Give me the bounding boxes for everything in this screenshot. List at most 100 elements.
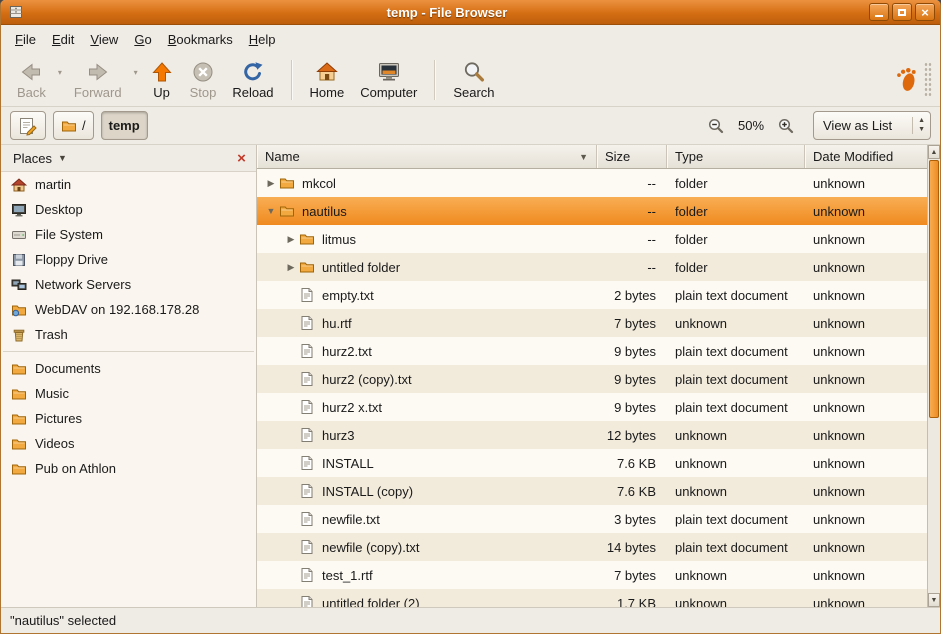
sort-descending-icon: ▼ xyxy=(579,152,588,162)
menu-edit[interactable]: Edit xyxy=(44,28,82,51)
toolbar-forward-dropdown[interactable]: ▾ xyxy=(130,68,142,91)
table-row[interactable]: newfile (copy).txt14 bytesplain text doc… xyxy=(257,533,927,561)
table-row[interactable]: hurz2 (copy).txt9 bytesplain text docume… xyxy=(257,365,927,393)
table-row[interactable]: hurz2.txt9 bytesplain text documentunkno… xyxy=(257,337,927,365)
sidebar-item-martin[interactable]: martin xyxy=(1,172,256,197)
table-row[interactable]: untitled folder (2)1.7 KBunknownunknown xyxy=(257,589,927,607)
sidebar-item-label: Music xyxy=(35,386,69,401)
toolbar-reload-button[interactable]: Reload xyxy=(224,57,281,102)
expander-collapsed-icon[interactable]: ▶ xyxy=(283,262,299,273)
file-type-cell: unknown xyxy=(667,596,805,608)
sidebar-item-label: Trash xyxy=(35,327,68,342)
menu-go[interactable]: Go xyxy=(126,28,159,51)
zoom-out-button[interactable] xyxy=(704,117,728,135)
menu-help[interactable]: Help xyxy=(241,28,284,51)
file-type-cell: folder xyxy=(667,260,805,275)
sidebar-item-floppy-drive[interactable]: Floppy Drive xyxy=(1,247,256,272)
file-name-cell: ▼nautilus xyxy=(257,203,597,219)
table-row[interactable]: empty.txt2 bytesplain text documentunkno… xyxy=(257,281,927,309)
sidebar-item-music[interactable]: Music xyxy=(1,381,256,406)
close-icon: × xyxy=(921,6,929,19)
sidebar-item-file-system[interactable]: File System xyxy=(1,222,256,247)
sidebar-item-label: Network Servers xyxy=(35,277,131,292)
toolbar-back-dropdown[interactable]: ▾ xyxy=(54,68,66,91)
file-size-cell: -- xyxy=(597,232,667,247)
file-icon xyxy=(299,567,315,583)
scrollbar-thumb[interactable] xyxy=(929,160,939,418)
sidebar-item-network-servers[interactable]: Network Servers xyxy=(1,272,256,297)
sidebar-item-trash[interactable]: Trash xyxy=(1,322,256,347)
table-row[interactable]: hu.rtf7 bytesunknownunknown xyxy=(257,309,927,337)
list-header: Name ▼ Size Type Date Modified xyxy=(257,145,927,169)
folder-icon xyxy=(11,361,27,377)
table-row[interactable]: INSTALL7.6 KBunknownunknown xyxy=(257,449,927,477)
toolbar-home-button[interactable]: Home xyxy=(302,57,353,102)
toolbar-up-button[interactable]: Up xyxy=(142,57,182,102)
table-row[interactable]: test_1.rtf7 bytesunknownunknown xyxy=(257,561,927,589)
table-row[interactable]: ▶mkcol--folderunknown xyxy=(257,169,927,197)
minimize-button[interactable] xyxy=(869,3,889,21)
scroll-up-button[interactable]: ▲ xyxy=(928,145,940,159)
sidebar-item-videos[interactable]: Videos xyxy=(1,431,256,456)
toolbar-search-button[interactable]: Search xyxy=(445,57,502,102)
search-icon xyxy=(462,60,486,84)
column-header-name[interactable]: Name ▼ xyxy=(257,145,597,168)
file-type-cell: unknown xyxy=(667,428,805,443)
close-button[interactable]: × xyxy=(915,3,935,21)
scroll-down-button[interactable]: ▼ xyxy=(928,593,940,607)
column-header-type[interactable]: Type xyxy=(667,145,805,168)
sidebar-item-desktop[interactable]: Desktop xyxy=(1,197,256,222)
toolbar-grip[interactable] xyxy=(924,62,932,98)
menu-bookmarks[interactable]: Bookmarks xyxy=(160,28,241,51)
path-root-button[interactable]: / xyxy=(53,111,94,140)
vertical-scrollbar[interactable]: ▲ ▼ xyxy=(927,145,940,607)
sidebar-close-button[interactable]: × xyxy=(232,149,251,168)
table-row[interactable]: hurz2 x.txt9 bytesplain text documentunk… xyxy=(257,393,927,421)
toolbar-back-group: Back▾ xyxy=(9,57,66,102)
maximize-button[interactable] xyxy=(892,3,912,21)
table-row[interactable]: ▶untitled folder--folderunknown xyxy=(257,253,927,281)
menu-view[interactable]: View xyxy=(82,28,126,51)
sidebar-item-label: Floppy Drive xyxy=(35,252,108,267)
menu-file[interactable]: File xyxy=(7,28,44,51)
sidebar-item-pictures[interactable]: Pictures xyxy=(1,406,256,431)
zoom-in-icon xyxy=(777,117,795,135)
trash-icon xyxy=(11,327,27,343)
toolbar-forward-button[interactable]: Forward xyxy=(66,57,130,102)
places-selector[interactable]: Places ▼ xyxy=(7,149,73,168)
window-title: temp - File Browser xyxy=(28,5,866,20)
zoom-in-button[interactable] xyxy=(774,117,798,135)
table-row[interactable]: newfile.txt3 bytesplain text documentunk… xyxy=(257,505,927,533)
table-row[interactable]: ▶litmus--folderunknown xyxy=(257,225,927,253)
view-mode-select[interactable]: View as List ▲▼ xyxy=(813,111,931,140)
sidebar-item-label: Documents xyxy=(35,361,101,376)
maximize-icon xyxy=(898,9,906,16)
table-row[interactable]: hurz312 bytesunknownunknown xyxy=(257,421,927,449)
table-row[interactable]: INSTALL (copy)7.6 KBunknownunknown xyxy=(257,477,927,505)
file-size-cell: 9 bytes xyxy=(597,400,667,415)
scrollbar-trough[interactable] xyxy=(928,419,940,593)
view-mode-stepper-icon: ▲▼ xyxy=(912,117,925,133)
titlebar[interactable]: temp - File Browser × xyxy=(1,0,940,25)
toolbar-buttons: Back▾Forward▾UpStopReloadHomeComputerSea… xyxy=(9,57,503,102)
expander-collapsed-icon[interactable]: ▶ xyxy=(263,178,279,189)
toolbar-back-button[interactable]: Back xyxy=(9,57,54,102)
path-current-button[interactable]: temp xyxy=(101,111,148,140)
file-size-cell: 7 bytes xyxy=(597,568,667,583)
toolbar-computer-button[interactable]: Computer xyxy=(352,57,425,102)
column-header-size[interactable]: Size xyxy=(597,145,667,168)
expander-expanded-icon[interactable]: ▼ xyxy=(263,206,279,216)
table-row[interactable]: ▼nautilus--folderunknown xyxy=(257,197,927,225)
file-name-label: newfile (copy).txt xyxy=(322,540,420,555)
expander-collapsed-icon[interactable]: ▶ xyxy=(283,234,299,245)
sidebar-item-documents[interactable]: Documents xyxy=(1,356,256,381)
file-icon xyxy=(299,399,315,415)
minimize-icon xyxy=(875,15,883,17)
sidebar-item-pub-on-athlon[interactable]: Pub on Athlon xyxy=(1,456,256,481)
edit-location-button[interactable] xyxy=(10,111,46,140)
toolbar-search-label: Search xyxy=(453,85,494,100)
sidebar-item-webdav-on-192-168-178-28[interactable]: WebDAV on 192.168.178.28 xyxy=(1,297,256,322)
column-header-modified[interactable]: Date Modified xyxy=(805,145,927,168)
file-size-cell: 12 bytes xyxy=(597,428,667,443)
toolbar-stop-button[interactable]: Stop xyxy=(182,57,225,102)
